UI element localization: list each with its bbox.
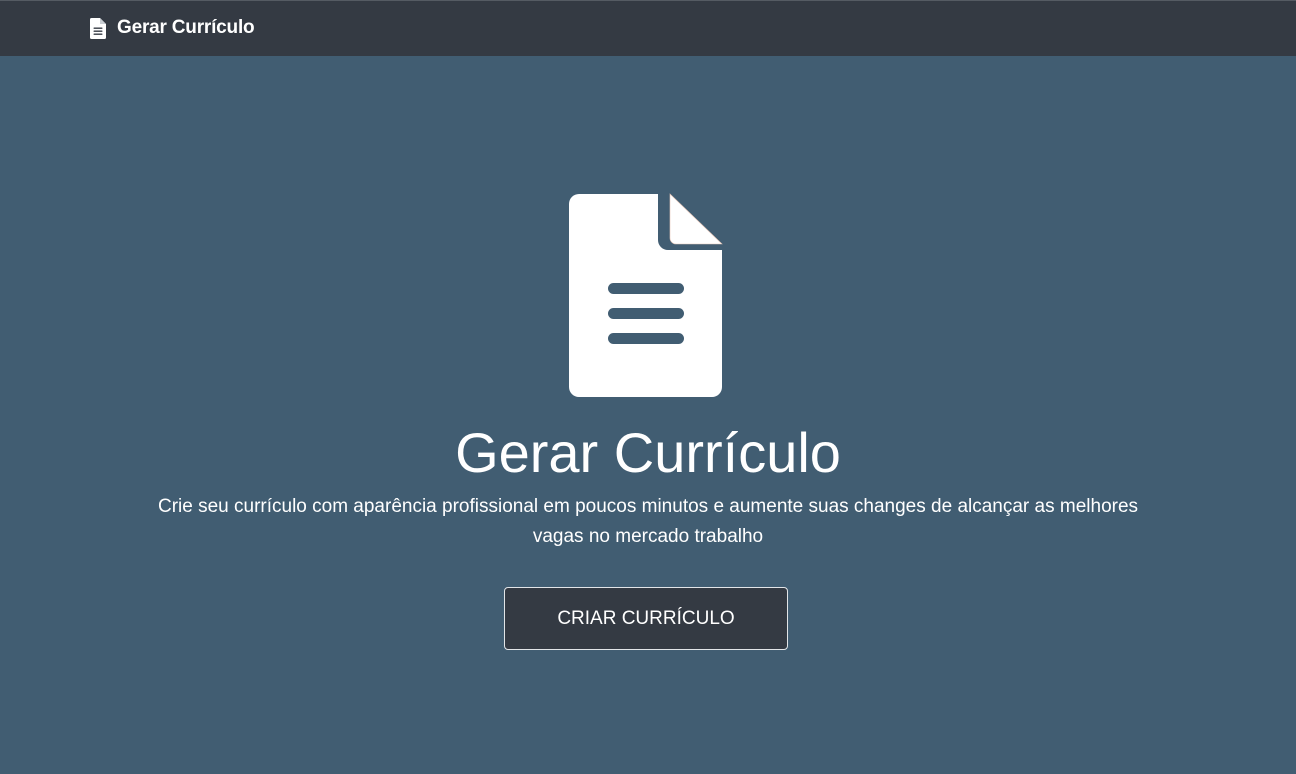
- navbar-brand-link[interactable]: Gerar Currículo: [90, 17, 255, 39]
- document-icon: [569, 193, 723, 397]
- document-icon: [90, 17, 106, 39]
- hero-description: Crie seu currículo com aparência profiss…: [157, 496, 1139, 547]
- navbar-brand-text: Gerar Currículo: [117, 17, 255, 38]
- top-navbar: Gerar Currículo: [0, 0, 1296, 56]
- create-resume-button[interactable]: CRIAR CURRÍCULO: [504, 587, 788, 650]
- hero-title: Gerar Currículo: [455, 421, 841, 484]
- hero-section: Gerar Currículo Crie seu currículo com a…: [0, 56, 1296, 774]
